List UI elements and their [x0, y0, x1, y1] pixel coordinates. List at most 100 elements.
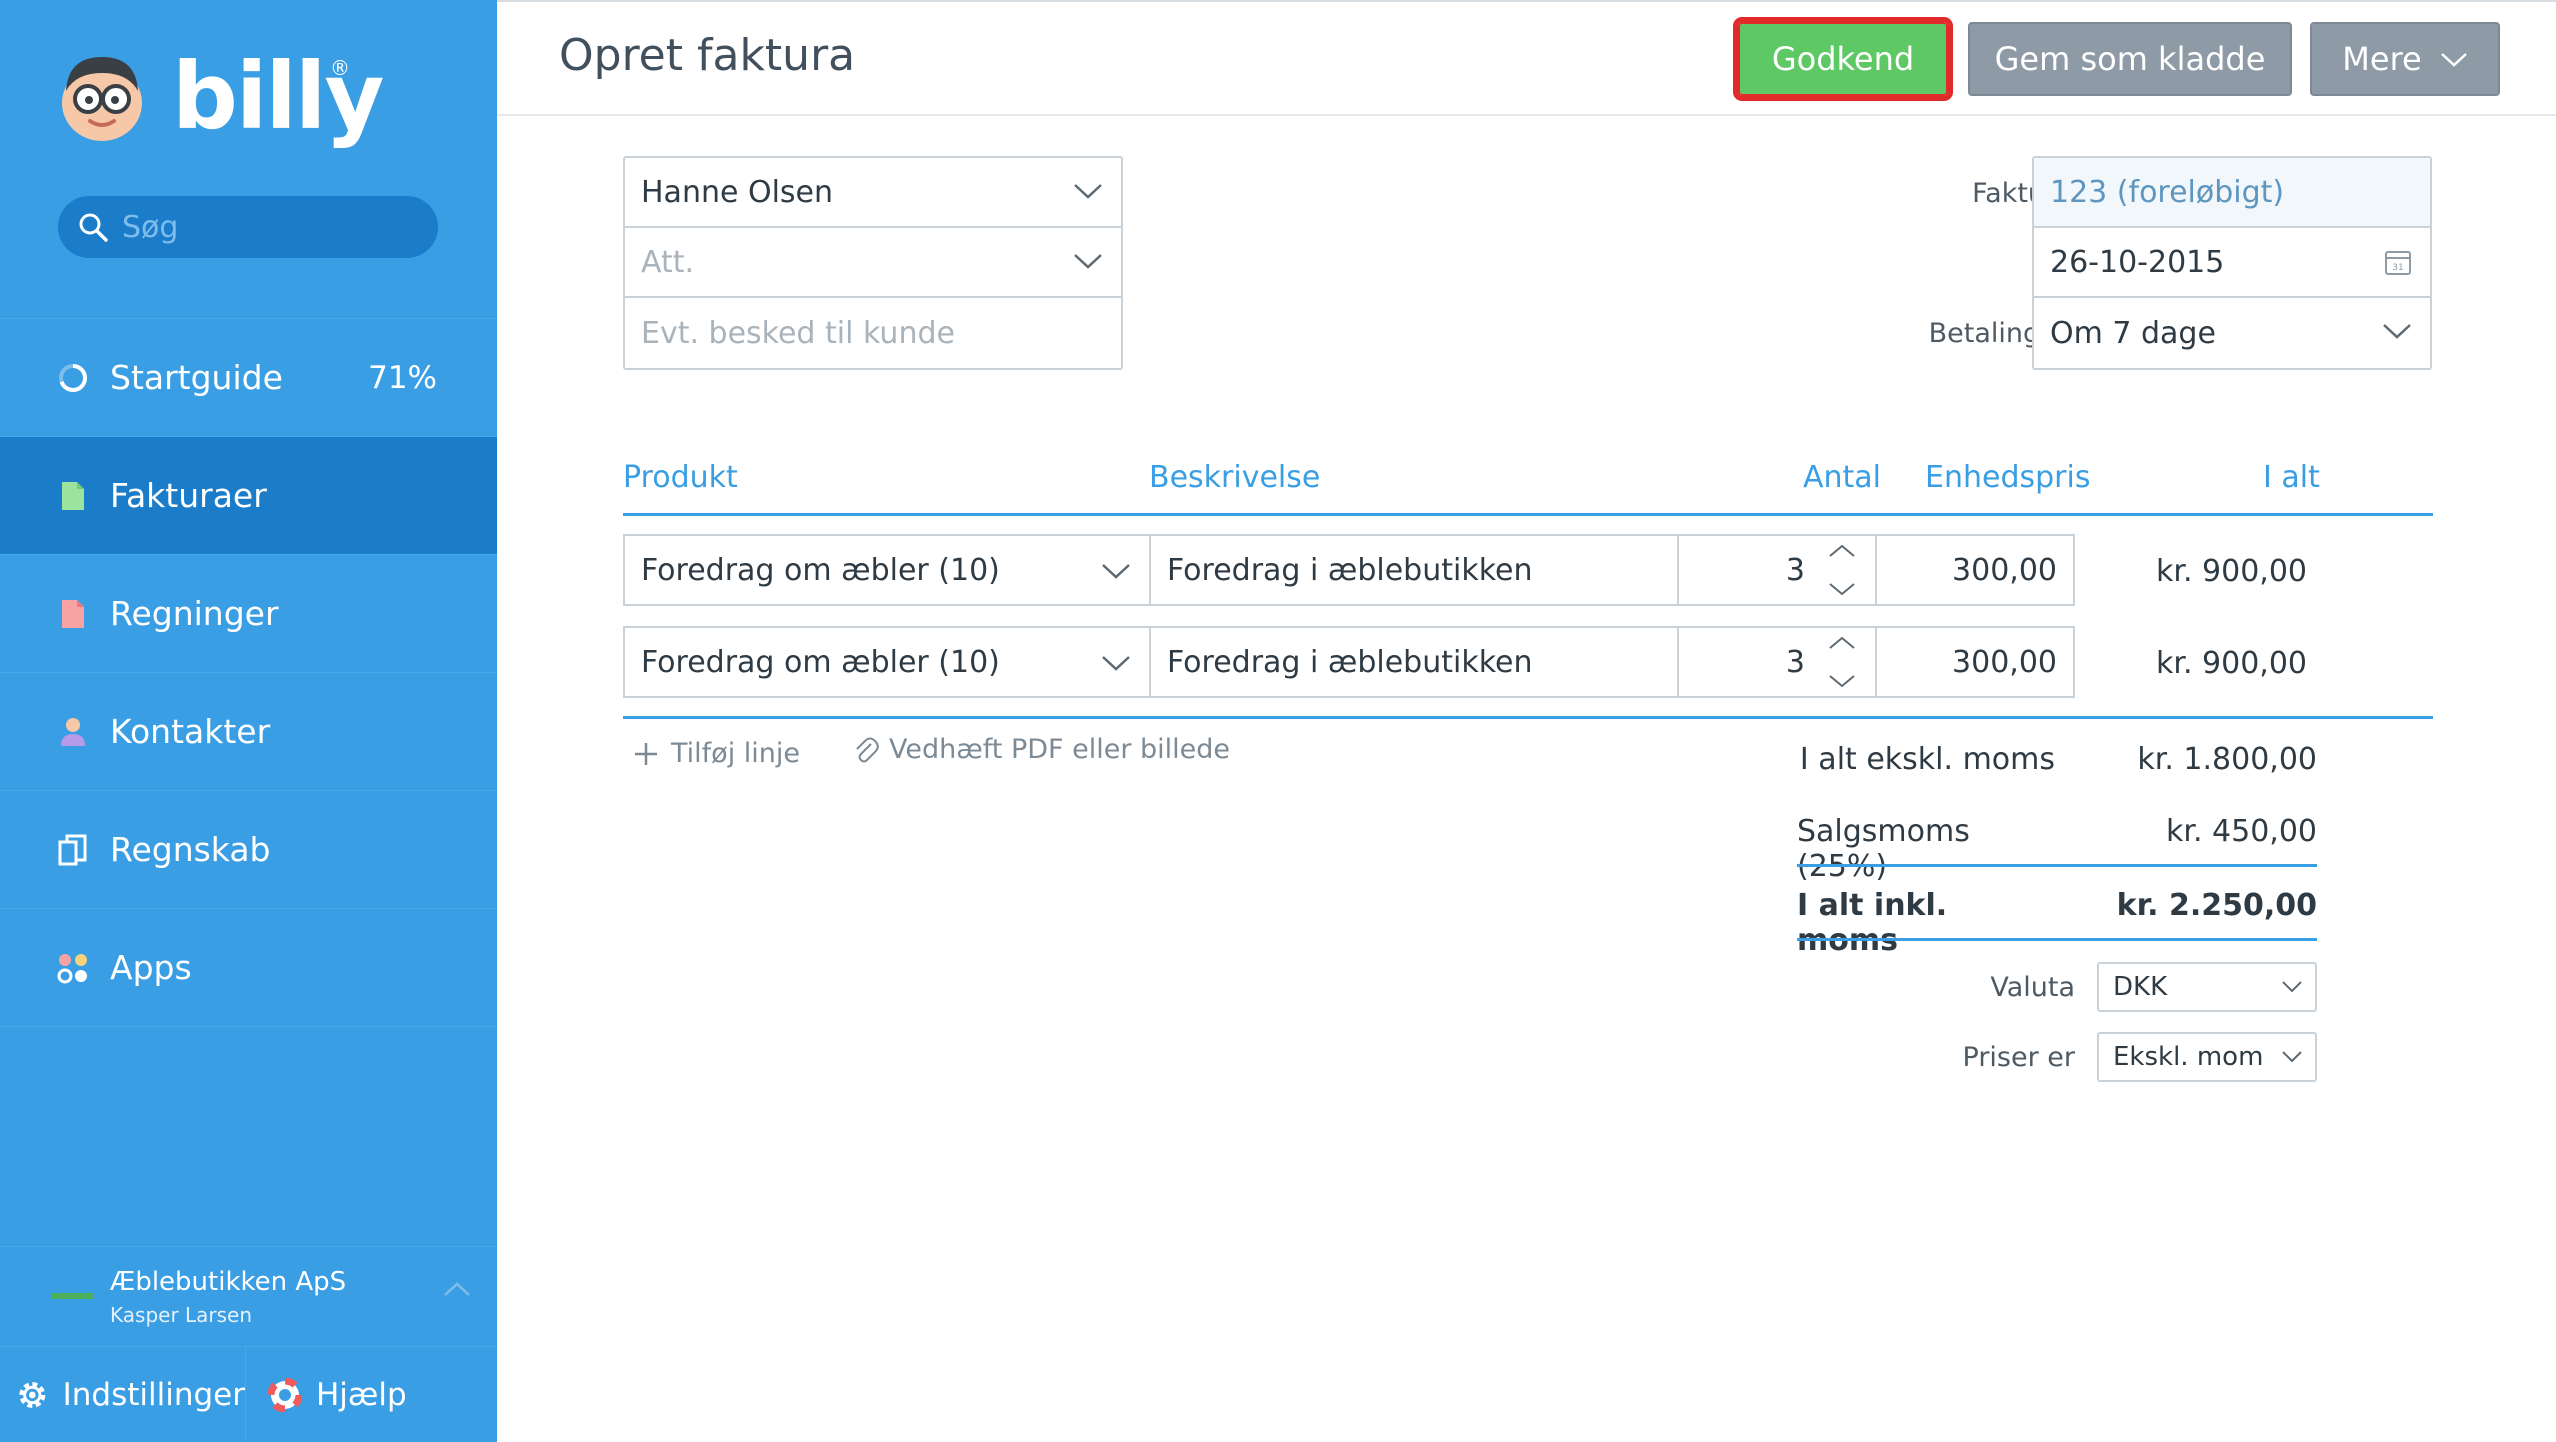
- help-label: Hjælp: [316, 1377, 407, 1413]
- search-box[interactable]: [58, 196, 438, 258]
- approve-button[interactable]: Godkend: [1733, 17, 1953, 101]
- sidebar-item-regnskab[interactable]: Regnskab: [0, 790, 497, 908]
- chevron-down-icon: [2440, 53, 2467, 67]
- billy-mascot-icon: [58, 51, 146, 143]
- product-select[interactable]: Foredrag om æbler (10): [623, 626, 1151, 698]
- search-input[interactable]: [122, 209, 422, 245]
- customer-select[interactable]: Hanne Olsen: [625, 158, 1121, 228]
- startguide-progress: 71%: [368, 359, 437, 396]
- more-button-label: Mere: [2342, 40, 2422, 78]
- plus-icon: [635, 742, 657, 765]
- attach-file-label: Vedhæft PDF eller billede: [889, 734, 1231, 765]
- add-line-button[interactable]: Tilføj linje: [633, 738, 800, 769]
- add-line-label: Tilføj linje: [671, 738, 801, 769]
- invoice-date-value: 26-10-2015: [2050, 244, 2225, 280]
- sidebar-item-fakturaer[interactable]: Fakturaer: [0, 436, 497, 554]
- customer-name: Hanne Olsen: [641, 174, 834, 210]
- prices-label: Priser er: [1962, 1042, 2075, 1073]
- sidebar-item-regninger[interactable]: Regninger: [0, 554, 497, 672]
- currency-select[interactable]: DKK: [2097, 962, 2317, 1012]
- column-header-unit-price: Enhedspris: [1925, 460, 2091, 495]
- stepper-arrows-icon[interactable]: [1827, 542, 1857, 600]
- description-field[interactable]: Foredrag i æblebutikken: [1149, 534, 1679, 606]
- description-value: Foredrag i æblebutikken: [1167, 552, 1533, 588]
- line-total: kr. 900,00: [2156, 554, 2307, 589]
- save-draft-button[interactable]: Gem som kladde: [1968, 22, 2292, 96]
- product-select[interactable]: Foredrag om æbler (10): [623, 534, 1151, 606]
- calendar-icon[interactable]: 31: [2384, 248, 2412, 276]
- invoice-number-field: 123 (foreløbigt): [2034, 158, 2430, 228]
- chevron-down-icon: [2282, 1051, 2302, 1063]
- product-value: Foredrag om æbler (10): [641, 552, 1000, 588]
- sidebar-item-label: Regnskab: [110, 830, 271, 869]
- sidebar-item-startguide[interactable]: Startguide 71%: [0, 318, 497, 436]
- unit-price-field[interactable]: 300,00: [1875, 626, 2075, 698]
- company-logo-icon: [52, 1293, 94, 1299]
- sidebar-item-apps[interactable]: Apps: [0, 908, 497, 1026]
- invoice-lines-header: Produkt Beskrivelse Antal Enhedspris I a…: [623, 460, 2433, 516]
- company-user: Kasper Larsen: [110, 1303, 253, 1327]
- vat-value: kr. 450,00: [2166, 814, 2317, 849]
- chevron-down-icon: [1102, 656, 1130, 671]
- quantity-value: 3: [1785, 552, 1805, 588]
- gear-icon: [19, 1382, 46, 1408]
- bill-document-icon: [56, 597, 90, 631]
- page-title: Opret faktura: [559, 30, 856, 81]
- vat-label: Salgsmoms (25%): [1797, 814, 1970, 884]
- description-value: Foredrag i æblebutikken: [1167, 644, 1533, 680]
- main-content: Opret faktura Godkend Gem som kladde Mer…: [497, 0, 2556, 1442]
- sidebar-item-label: Fakturaer: [110, 476, 267, 515]
- chevron-up-icon: [444, 1282, 470, 1296]
- currency-label: Valuta: [1990, 972, 2075, 1003]
- table-row: Foredrag om æbler (10) Foredrag i æblebu…: [623, 534, 2433, 606]
- company-switcher[interactable]: Æblebutikken ApS Kasper Larsen: [0, 1246, 497, 1346]
- help-button[interactable]: Hjælp: [246, 1347, 407, 1442]
- sidebar-item-label: Regninger: [110, 594, 279, 633]
- attach-file-button[interactable]: Vedhæft PDF eller billede: [853, 734, 1230, 765]
- sidebar-item-label: Kontakter: [110, 712, 271, 751]
- invoice-document-icon: [56, 479, 90, 513]
- grand-total-label: I alt inkl. moms: [1797, 888, 1948, 958]
- grand-total-divider: [1797, 938, 2317, 941]
- accounting-books-icon: [56, 833, 90, 867]
- lifebuoy-icon: [268, 1378, 302, 1412]
- more-button[interactable]: Mere: [2310, 22, 2500, 96]
- column-header-description: Beskrivelse: [1149, 460, 1321, 495]
- customer-fields: Hanne Olsen Att. Evt. besked til kunde: [623, 156, 1123, 370]
- sidebar-item-label: Apps: [110, 948, 192, 987]
- attention-select[interactable]: Att.: [625, 228, 1121, 298]
- apps-grid-icon: [56, 951, 90, 985]
- description-field[interactable]: Foredrag i æblebutikken: [1149, 626, 1679, 698]
- currency-value: DKK: [2113, 972, 2168, 1002]
- payment-terms-select[interactable]: Om 7 dage: [2034, 298, 2430, 368]
- progress-spinner-icon: [56, 361, 90, 395]
- sidebar-item-label: Startguide: [110, 358, 283, 397]
- prices-select[interactable]: Ekskl. moms: [2097, 1032, 2317, 1082]
- unit-price-field[interactable]: 300,00: [1875, 534, 2075, 606]
- logo-registered-mark: ®: [330, 56, 350, 80]
- sidebar-footer: Indstillinger Hjælp: [0, 1346, 497, 1442]
- column-header-total: I alt: [2263, 460, 2320, 495]
- stepper-arrows-icon[interactable]: [1827, 634, 1857, 692]
- settings-label: Indstillinger: [62, 1377, 245, 1413]
- contact-person-icon: [56, 715, 90, 749]
- logo-text: billy: [172, 43, 384, 150]
- totals-divider: [1797, 864, 2317, 867]
- customer-message-field[interactable]: Evt. besked til kunde: [625, 298, 1121, 368]
- invoice-date-field[interactable]: 26-10-2015 31: [2034, 228, 2430, 298]
- settings-button[interactable]: Indstillinger: [0, 1347, 246, 1442]
- line-total: kr. 900,00: [2156, 646, 2307, 681]
- nav-divider: [0, 1026, 497, 1027]
- billy-logo[interactable]: billy ®: [58, 42, 384, 152]
- unit-price-value: 300,00: [1952, 644, 2057, 680]
- quantity-stepper[interactable]: 3: [1677, 534, 1877, 606]
- chevron-down-icon: [2383, 324, 2411, 339]
- customer-message-placeholder: Evt. besked til kunde: [641, 315, 955, 351]
- column-header-quantity: Antal: [1803, 460, 1882, 495]
- grand-total-value: kr. 2.250,00: [2116, 888, 2317, 923]
- invoice-number-value: 123 (foreløbigt): [2050, 174, 2285, 210]
- table-row: Foredrag om æbler (10) Foredrag i æblebu…: [623, 626, 2433, 698]
- quantity-stepper[interactable]: 3: [1677, 626, 1877, 698]
- chevron-down-icon: [1074, 184, 1102, 199]
- sidebar-item-kontakter[interactable]: Kontakter: [0, 672, 497, 790]
